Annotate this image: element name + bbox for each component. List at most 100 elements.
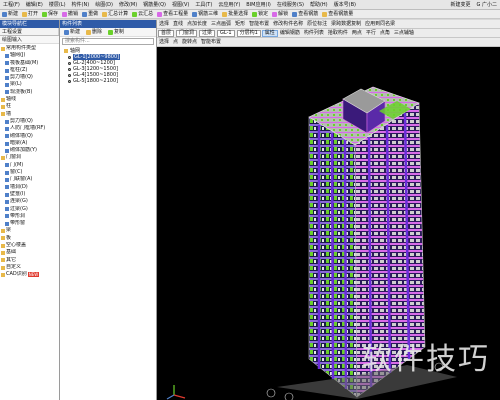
tree-item[interactable]: 剪力墙(Q): [0, 74, 59, 81]
tree-item[interactable]: 常用构件类型: [0, 45, 59, 52]
tree-item[interactable]: 轴网(J): [0, 52, 59, 59]
menu-item[interactable]: 帮助(H): [307, 0, 331, 10]
module-nav-tabs: 工程设置: [0, 28, 59, 36]
tree-item[interactable]: 现浇板(B): [0, 89, 59, 96]
tree-item[interactable]: 砌体加筋(Y): [0, 147, 59, 154]
tree-item[interactable]: 基础: [0, 249, 59, 256]
tab-drawing-input[interactable]: 绘图输入: [0, 36, 59, 44]
tree-item[interactable]: 梁: [0, 227, 59, 234]
canvas-tool-button[interactable]: 智能布置: [247, 20, 271, 29]
tree-item[interactable]: 门窗洞: [0, 154, 59, 161]
aux-axis-button[interactable]: 平行: [364, 29, 378, 38]
canvas-option-button[interactable]: 拾取构件: [326, 29, 350, 38]
tree-item[interactable]: 暗梁(A): [0, 140, 59, 147]
tree-item[interactable]: 筏板基础(M): [0, 60, 59, 67]
tree-item[interactable]: 自定义: [0, 264, 59, 271]
component-list-button[interactable]: 复制: [106, 28, 126, 37]
menu-item[interactable]: 修改(M): [116, 0, 140, 10]
tree-item[interactable]: CAD识别 NEW: [0, 271, 59, 278]
tree-item[interactable]: 墙洞(D): [0, 184, 59, 191]
selector-category[interactable]: 过梁: [199, 29, 216, 37]
toolbar-button[interactable]: 查看钢筋量: [320, 10, 355, 19]
tree-item[interactable]: 壁龛(I): [0, 191, 59, 198]
tree-item[interactable]: 剪力墙(Q): [0, 118, 59, 125]
item-icon: [5, 148, 9, 153]
selector-layer[interactable]: 首层: [158, 29, 175, 37]
tree-item[interactable]: 带形窗: [0, 220, 59, 227]
tree-item[interactable]: 门(M): [0, 162, 59, 169]
menu-item[interactable]: 绘图(D): [92, 0, 116, 10]
canvas-tool-button[interactable]: 梁跨数据复制: [329, 20, 363, 29]
tree-item[interactable]: 框柱(Z): [0, 67, 59, 74]
menu-item[interactable]: BIM应用(I): [243, 0, 274, 10]
canvas-tool-button[interactable]: 点: [171, 38, 180, 47]
tree-item[interactable]: 其它: [0, 257, 59, 264]
canvas-tool-button[interactable]: 修改构件名称: [271, 20, 305, 29]
menu-item[interactable]: 云应用(Y): [215, 0, 243, 10]
item-icon: [5, 199, 9, 204]
canvas-tool-button[interactable]: 矩形: [233, 20, 247, 29]
menu-item[interactable]: 在线服务(S): [274, 0, 307, 10]
tree-item[interactable]: 过梁(G): [0, 206, 59, 213]
toolbar-button[interactable]: 打开: [20, 10, 40, 19]
component-list-button[interactable]: 新建: [62, 28, 82, 37]
tree-item[interactable]: 窗(C): [0, 169, 59, 176]
selector-view[interactable]: 分层构1: [236, 29, 261, 37]
tree-item[interactable]: 轴线: [0, 96, 59, 103]
component-search-input[interactable]: 搜索构件...: [62, 38, 154, 45]
canvas-tool-button[interactable]: 点加长度: [185, 20, 209, 29]
canvas-tool-button[interactable]: 选择: [157, 20, 171, 29]
menu-item[interactable]: 工具(T): [192, 0, 215, 10]
menu-item[interactable]: 构件(N): [69, 0, 93, 10]
aux-axis-button[interactable]: 两点: [350, 29, 364, 38]
toolbar-button[interactable]: 汇总计算: [100, 10, 130, 19]
aux-axis-button[interactable]: 三点辅轴: [392, 29, 416, 38]
canvas-tool-button[interactable]: 应用到同名梁: [363, 20, 397, 29]
tree-item[interactable]: 带形洞: [0, 213, 59, 220]
canvas-tool-button[interactable]: 旋转点: [180, 38, 199, 47]
menu-item[interactable]: 视图(V): [169, 0, 192, 10]
tree-item[interactable]: 空心楼盖: [0, 242, 59, 249]
toolbar-button[interactable]: 云汇总: [130, 10, 155, 19]
tree-item[interactable]: 门联窗(A): [0, 176, 59, 183]
canvas-tool-button[interactable]: 智能布置: [199, 38, 223, 47]
menu-item[interactable]: 钢筋量(Q): [140, 0, 169, 10]
component-item[interactable]: GL-5[1800~2100]: [64, 78, 156, 84]
tree-item-label: 框柱(Z): [10, 66, 28, 73]
tree-item[interactable]: 柱: [0, 103, 59, 110]
toolbar-button[interactable]: 新建: [0, 10, 20, 19]
canvas-option-button[interactable]: 构件列表: [302, 29, 326, 38]
canvas-option-button[interactable]: 属性: [261, 29, 278, 37]
toolbar-button[interactable]: 查看钢筋: [290, 10, 320, 19]
menu-right-item[interactable]: 新建变更: [448, 0, 474, 10]
toolbar-button[interactable]: 撤销: [60, 10, 80, 19]
canvas-tool-button[interactable]: 直线: [171, 20, 185, 29]
canvas-tool-button[interactable]: 三点画弧: [209, 20, 233, 29]
tree-item[interactable]: 墙: [0, 111, 59, 118]
toolbar-button[interactable]: 锁定: [250, 10, 270, 19]
aux-axis-button[interactable]: 点角: [378, 29, 392, 38]
tree-item[interactable]: 连梁(G): [0, 198, 59, 205]
tree-item[interactable]: 人防门框墙(RF): [0, 125, 59, 132]
toolbar-button[interactable]: 解锁: [270, 10, 290, 19]
canvas-tool-button[interactable]: 选择: [157, 38, 171, 47]
menu-item[interactable]: 编辑(E): [23, 0, 46, 10]
menu-item[interactable]: 版本号(B): [331, 0, 359, 10]
canvas-tool-button[interactable]: 原位标注: [305, 20, 329, 29]
selector-type[interactable]: 门窗洞: [176, 29, 198, 37]
tree-item[interactable]: 砌体墙(Q): [0, 133, 59, 140]
tree-item[interactable]: 梁(L): [0, 81, 59, 88]
tab-project-settings[interactable]: 工程设置: [0, 28, 59, 35]
tree-item[interactable]: 板: [0, 235, 59, 242]
toolbar-button[interactable]: 钢筋三维: [190, 10, 220, 19]
menu-item[interactable]: 工程(F): [0, 0, 23, 10]
toolbar-button[interactable]: 查看工程量: [155, 10, 190, 19]
toolbar-button[interactable]: 保存: [40, 10, 60, 19]
toolbar-button[interactable]: 批量选择: [220, 10, 250, 19]
menu-right-item[interactable]: G 广小二: [474, 0, 500, 10]
canvas-option-button[interactable]: 编辑钢筋: [278, 29, 302, 38]
menu-item[interactable]: 楼层(L): [46, 0, 69, 10]
component-list-button[interactable]: 删除: [84, 28, 104, 37]
selector-name[interactable]: GL-1: [217, 29, 235, 37]
toolbar-button[interactable]: 重做: [80, 10, 100, 19]
